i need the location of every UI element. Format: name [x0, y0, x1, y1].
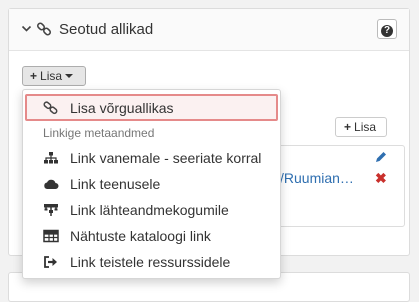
cloud-icon: [44, 179, 59, 189]
pencil-icon[interactable]: [374, 150, 388, 164]
menu-item-add-online-resource[interactable]: Lisa võrguallikas: [25, 94, 278, 121]
caret-down-icon: [65, 74, 74, 78]
menu-section-header: Linkige metaandmed: [43, 126, 155, 140]
resource-link[interactable]: /Ruumian…: [280, 170, 354, 186]
add-button-label: Lisa: [40, 69, 63, 83]
menu-item-label: Link lähteandmekogumile: [70, 202, 229, 218]
menu-item-feature-catalog-link[interactable]: Nähtuste kataloogi link: [23, 224, 280, 248]
sign-out-icon: [44, 256, 57, 268]
menu-item-link-service[interactable]: Link teenusele: [23, 172, 280, 196]
help-button[interactable]: ?: [377, 19, 397, 39]
menu-item-label: Link vanemale - seeriate korral: [70, 150, 262, 166]
plus-icon: +: [30, 69, 38, 83]
chevron-down-icon[interactable]: [21, 23, 32, 34]
menu-item-label: Link teistele ressurssidele: [70, 254, 231, 270]
panel-header[interactable]: Seotud allikad ?: [9, 9, 409, 51]
menu-item-link-other-resources[interactable]: Link teistele ressurssidele: [23, 250, 280, 274]
link-icon: [36, 22, 52, 36]
link-icon: [43, 101, 58, 115]
database-tree-icon: [44, 204, 58, 216]
secondary-add-button[interactable]: + Lisa: [335, 117, 387, 137]
table-icon: [43, 229, 59, 243]
panel-title: Seotud allikad: [59, 21, 154, 38]
plus-icon: +: [344, 120, 352, 134]
delete-icon[interactable]: ✖: [375, 170, 387, 187]
menu-item-link-parent[interactable]: Link vanemale - seeriate korral: [23, 146, 280, 170]
menu-item-label: Nähtuste kataloogi link: [70, 228, 211, 244]
menu-item-label: Lisa võrguallikas: [70, 100, 174, 116]
secondary-add-label: Lisa: [354, 120, 377, 134]
menu-item-label: Link teenusele: [70, 176, 161, 192]
add-dropdown-menu: Lisa võrguallikas Linkige metaandmed Lin…: [22, 89, 281, 279]
add-dropdown-button[interactable]: + Lisa: [22, 66, 86, 86]
menu-item-link-source-dataset[interactable]: Link lähteandmekogumile: [23, 198, 280, 222]
sitemap-icon: [44, 152, 58, 164]
question-icon: ?: [381, 25, 393, 37]
